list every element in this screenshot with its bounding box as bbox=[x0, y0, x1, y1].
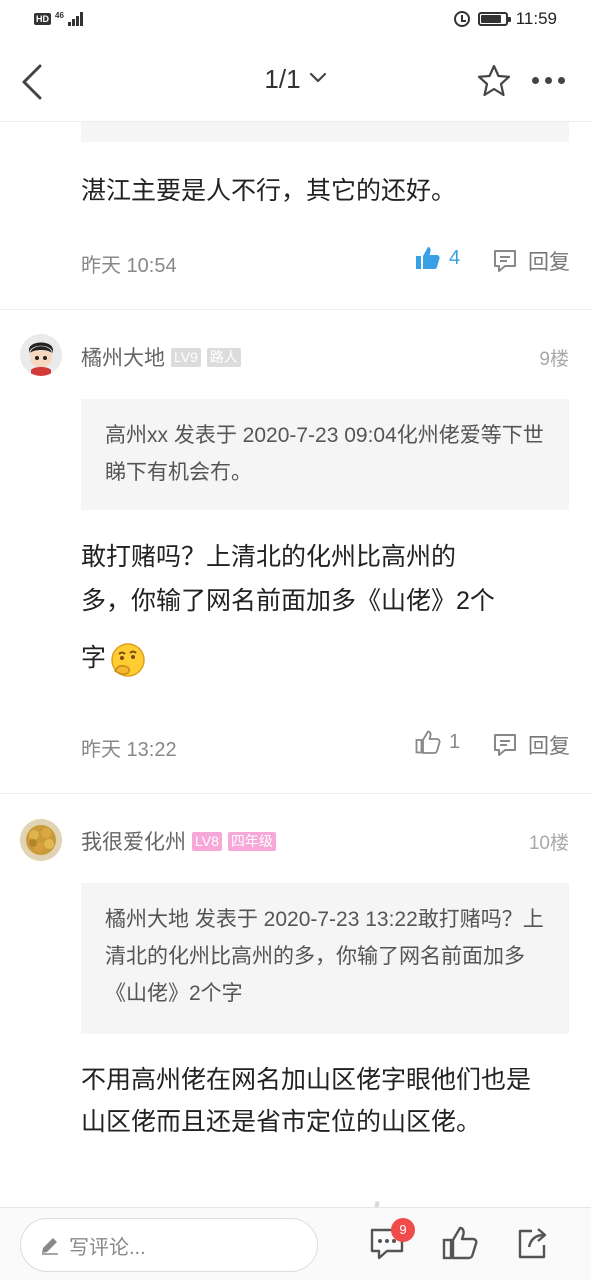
reply-bubble-icon bbox=[494, 250, 516, 272]
status-bar: HD 46 11:59 bbox=[0, 0, 591, 40]
username-row: 橘州大地 LV9 路人 bbox=[81, 342, 241, 372]
level-badge: LV8 bbox=[192, 831, 222, 851]
post-text: 不用高州佬在网名加山区佬字眼他们也是山区佬而且还是省市定位的山区佬。 bbox=[81, 1066, 532, 1136]
username[interactable]: 我很爱化州 bbox=[81, 826, 186, 856]
avatar[interactable] bbox=[20, 819, 62, 861]
reply-button[interactable]: 回复 bbox=[492, 246, 570, 276]
floor-number: 10楼 bbox=[528, 833, 569, 854]
rank-badge: 四年级 bbox=[227, 831, 276, 851]
battery-icon bbox=[477, 12, 511, 26]
post-time: 昨天 10:54 bbox=[81, 255, 177, 277]
more-options-icon[interactable] bbox=[532, 77, 565, 84]
post-time: 昨天 13:22 bbox=[81, 739, 177, 761]
like-button[interactable]: 1 bbox=[415, 729, 460, 755]
cartoon-avatar-icon bbox=[20, 334, 62, 376]
network-type: 46 bbox=[55, 10, 64, 20]
floor-number: 9楼 bbox=[539, 349, 569, 370]
reply-label: 回复 bbox=[528, 251, 570, 274]
comment-input[interactable]: 写评论... bbox=[20, 1218, 318, 1272]
page-indicator: 1/1 bbox=[264, 64, 301, 94]
pencil-icon bbox=[42, 1238, 58, 1255]
quote-block: 高州xx 发表于 2020-7-23 09:04化州佬爱等下世睇下有机会冇。 bbox=[81, 399, 569, 510]
thinking-emoji-icon bbox=[111, 643, 145, 677]
signal-icon bbox=[67, 12, 83, 26]
like-count: 4 bbox=[449, 246, 461, 269]
like-count: 1 bbox=[449, 730, 461, 753]
bottom-action-bar: 写评论... 9 bbox=[0, 1207, 591, 1280]
level-badge: LV9 bbox=[171, 347, 201, 367]
food-avatar-icon bbox=[20, 819, 62, 861]
top-nav: 1/1 bbox=[0, 40, 591, 122]
post-text-line: 字 bbox=[81, 644, 107, 672]
quote-block-stub bbox=[81, 122, 569, 142]
reply-bubble-icon bbox=[494, 734, 516, 756]
clock: 11:59 bbox=[515, 9, 557, 28]
favorite-star-icon[interactable] bbox=[476, 63, 512, 99]
post-text: 湛江主要是人不行，其它的还好。 bbox=[81, 177, 457, 205]
share-icon[interactable] bbox=[514, 1225, 550, 1261]
thumbs-up-icon[interactable] bbox=[442, 1225, 478, 1261]
reply-label: 回复 bbox=[528, 735, 570, 758]
username-row: 我很爱化州 LV8 四年级 bbox=[81, 826, 276, 856]
chevron-down-icon bbox=[309, 72, 326, 83]
like-button[interactable]: 4 bbox=[415, 245, 460, 271]
thumbs-up-icon bbox=[415, 730, 441, 754]
post-text-line: 多，你输了网名前面加多《山佬》2个 bbox=[81, 587, 495, 615]
reply-button[interactable]: 回复 bbox=[492, 730, 570, 760]
alarm-icon bbox=[453, 11, 470, 27]
thumbs-up-filled-icon bbox=[416, 247, 440, 269]
post-text-line: 敢打赌吗？上清北的化州比高州的 bbox=[81, 543, 457, 571]
rank-badge: 路人 bbox=[206, 347, 241, 367]
thread-content: 湛江主要是人不行，其它的还好。 昨天 10:54 4 回复 橘州大地 LV9 路… bbox=[0, 122, 591, 1207]
comment-placeholder: 写评论... bbox=[69, 1236, 146, 1259]
comment-count-badge: 9 bbox=[391, 1218, 415, 1242]
status-right: 11:59 bbox=[453, 9, 557, 29]
divider bbox=[0, 793, 591, 794]
hd-icon: HD bbox=[34, 13, 51, 25]
avatar[interactable] bbox=[20, 334, 62, 376]
divider bbox=[0, 309, 591, 310]
quote-block: 橘州大地 发表于 2020-7-23 13:22敢打赌吗？上清北的化州比高州的多… bbox=[81, 883, 569, 1034]
username[interactable]: 橘州大地 bbox=[81, 342, 165, 372]
status-left: HD 46 bbox=[34, 10, 83, 26]
